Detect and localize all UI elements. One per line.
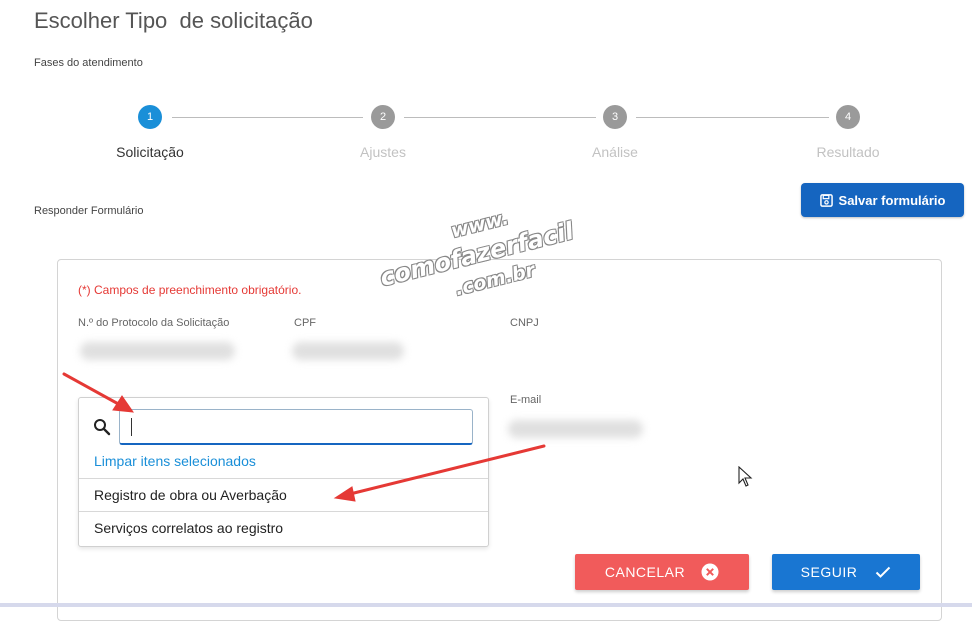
text-caret (131, 418, 132, 436)
save-form-button[interactable]: Salvar formulário (801, 183, 964, 217)
email-label: E-mail (510, 394, 542, 406)
dropdown-search-input[interactable] (119, 409, 473, 445)
step-3-label: Análise (592, 144, 638, 160)
step-connector (404, 117, 596, 118)
save-form-label: Salvar formulário (838, 192, 946, 208)
cancel-label: CANCELAR (604, 564, 686, 580)
required-fields-note: (*) Campos de preenchimento obrigatório. (78, 283, 302, 297)
checkmark-icon (876, 566, 891, 578)
step-3-indicator: 3 (603, 105, 627, 129)
cnpj-label: CNPJ (510, 317, 539, 329)
clear-selected-link[interactable]: Limpar itens selecionados (94, 453, 256, 469)
search-icon (94, 419, 111, 436)
close-circle-icon (701, 563, 719, 581)
protocol-value-blurred (80, 342, 235, 360)
step-2-label: Ajustes (360, 144, 406, 160)
cpf-label: CPF (294, 317, 316, 329)
step-1-label: Solicitação (116, 144, 184, 160)
dropdown-option-servicos-correlatos[interactable]: Serviços correlatos ao registro (79, 511, 488, 544)
watermark-line-1: www. (448, 206, 511, 243)
page-title: Escolher Tipo de solicitação (34, 8, 313, 33)
floppy-disk-icon (819, 193, 833, 207)
step-4-indicator: 4 (836, 105, 860, 129)
step-connector (636, 117, 829, 118)
cancel-button[interactable]: CANCELAR (575, 554, 749, 590)
mouse-cursor-icon (738, 466, 753, 487)
next-label: SEGUIR (800, 564, 858, 580)
respond-form-label: Responder Formulário (34, 205, 144, 217)
step-1-indicator: 1 (138, 105, 162, 129)
bottom-bar (0, 603, 972, 607)
step-connector (172, 117, 363, 118)
request-type-dropdown: Limpar itens selecionados Registro de ob… (78, 397, 489, 547)
dropdown-option-registro-obra[interactable]: Registro de obra ou Averbação (79, 478, 488, 511)
protocol-label: N.º do Protocolo da Solicitação (78, 317, 230, 329)
phases-label: Fases do atendimento (34, 57, 143, 69)
next-button[interactable]: SEGUIR (772, 554, 920, 590)
cpf-value-blurred (292, 342, 404, 360)
email-value-blurred (508, 420, 643, 438)
step-4-label: Resultado (816, 144, 880, 160)
step-2-indicator: 2 (371, 105, 395, 129)
